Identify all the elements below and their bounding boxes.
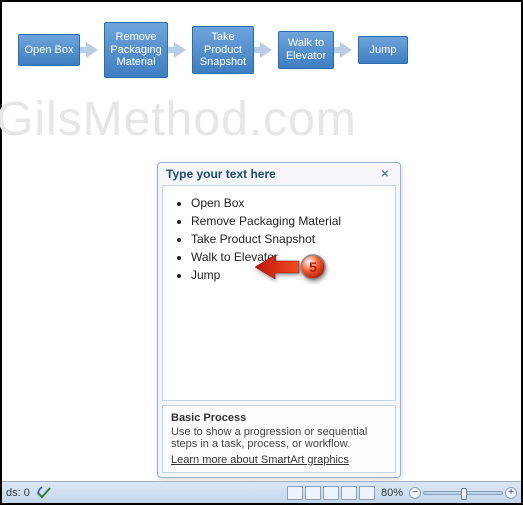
list-item[interactable]: Take Product Snapshot [191,232,389,246]
flow-node[interactable]: Take Product Snapshot [192,26,254,74]
text-pane-footer: Basic Process Use to show a progression … [162,405,396,473]
arrow-right-icon [260,42,272,58]
text-pane-body[interactable]: Open Box Remove Packaging Material Take … [162,185,396,401]
watermark-text: GilsMethod.com [0,92,357,147]
zoom-slider-thumb[interactable] [461,488,467,500]
flow-node[interactable]: Open Box [18,34,80,66]
list-item[interactable]: Remove Packaging Material [191,214,389,228]
zoom-out-button[interactable]: − [409,487,421,499]
flow-node[interactable]: Jump [358,36,408,64]
view-fullscreen-icon[interactable] [305,486,321,500]
flow-node[interactable]: Remove Packaging Material [104,22,168,78]
footer-title: Basic Process [171,412,387,424]
zoom-level[interactable]: 80% [381,487,403,499]
flow-node[interactable]: Walk to Elevator [278,31,334,69]
zoom-in-button[interactable]: + [505,487,517,499]
list-item[interactable]: Walk to Elevator [191,250,389,264]
text-pane-header: Type your text here ✕ [158,163,400,185]
footer-description: Use to show a progression or sequential … [171,426,387,450]
smartart-flow[interactable]: Open Box Remove Packaging Material Take … [18,22,408,78]
learn-more-link[interactable]: Learn more about SmartArt graphics [171,454,349,466]
arrow-right-icon [340,42,352,58]
status-bar: ds: 0 80% − + [2,481,521,503]
arrow-right-icon [174,42,186,58]
list-item[interactable]: Open Box [191,196,389,210]
word-count[interactable]: ds: 0 [6,487,30,499]
proofing-icon[interactable] [36,485,52,501]
text-pane-title: Type your text here [166,167,276,181]
list-item[interactable]: Jump [191,268,389,282]
view-draft-icon[interactable] [359,486,375,500]
view-outline-icon[interactable] [341,486,357,500]
smartart-text-pane[interactable]: Type your text here ✕ Open Box Remove Pa… [157,162,401,478]
zoom-slider[interactable] [423,491,503,495]
view-print-layout-icon[interactable] [287,486,303,500]
view-web-icon[interactable] [323,486,339,500]
close-icon[interactable]: ✕ [378,168,392,181]
arrow-right-icon [86,42,98,58]
document-canvas[interactable]: GilsMethod.com Open Box Remove Packaging… [2,2,521,479]
